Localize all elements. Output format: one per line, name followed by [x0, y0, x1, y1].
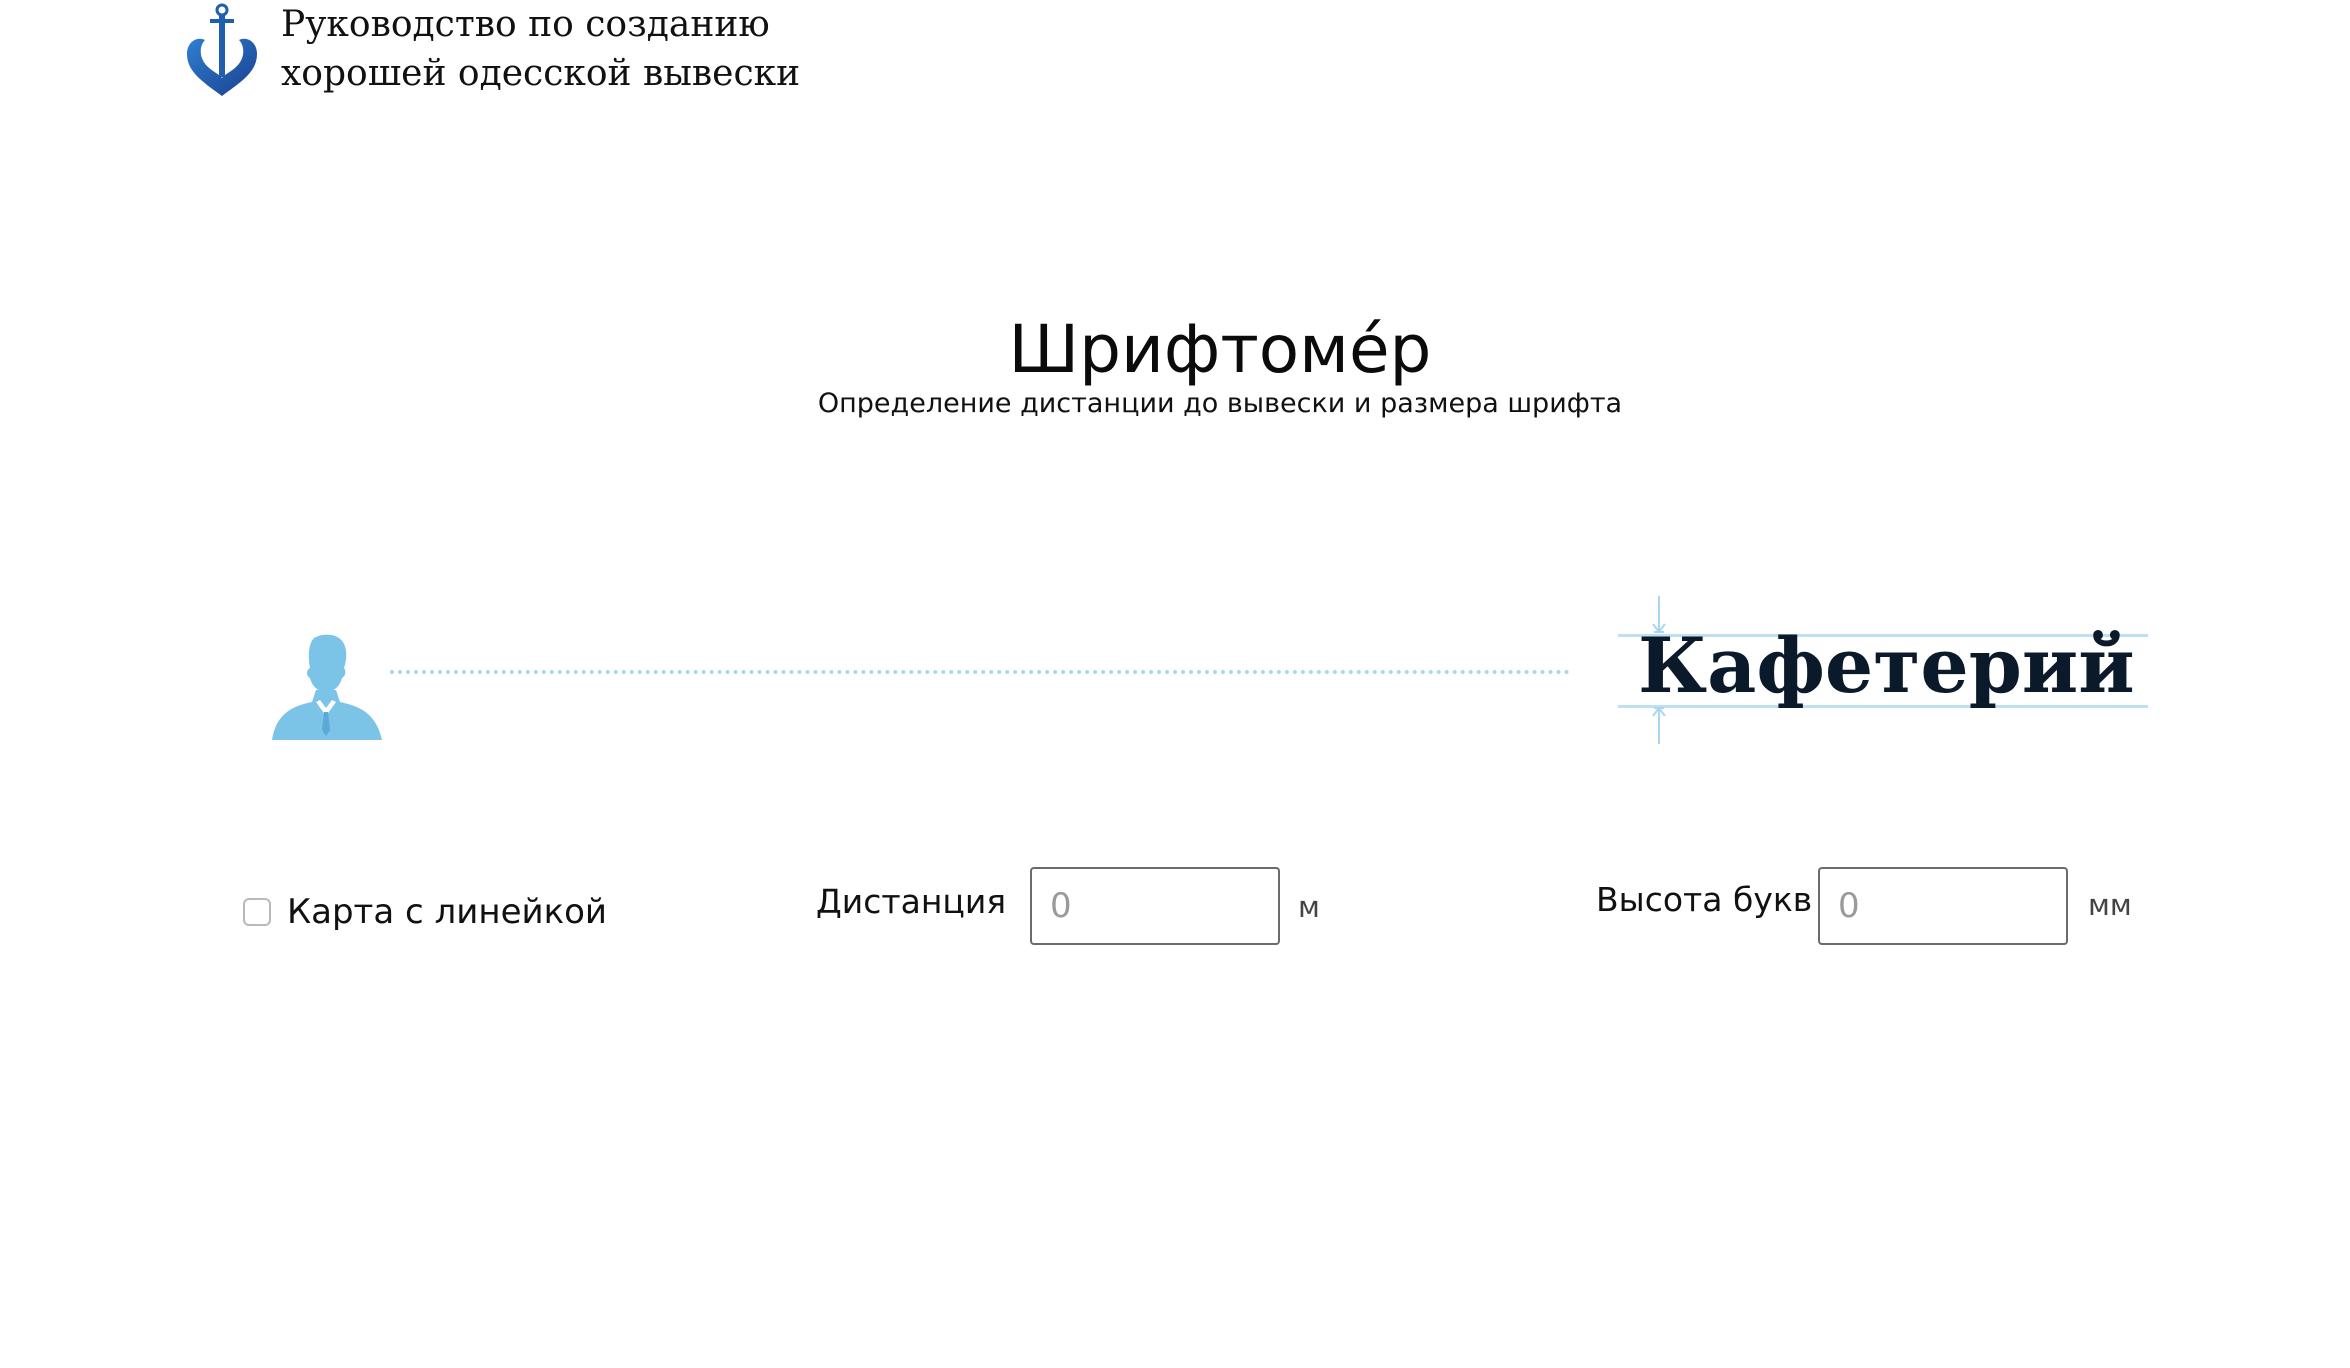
card-ruler-option[interactable]: Карта с линейкой [243, 892, 607, 932]
anchor-heart-icon[interactable] [183, 2, 261, 98]
site-title-line1: Руководство по созданию [281, 4, 770, 45]
letter-height-unit: мм [2088, 888, 2132, 922]
site-title[interactable]: Руководство по созданию хорошей одесской… [281, 0, 981, 98]
letter-height-label: Высота букв [1596, 880, 1813, 919]
distance-unit: м [1298, 890, 1320, 924]
card-ruler-label[interactable]: Карта с линейкой [287, 892, 607, 932]
distance-label: Дистанция [816, 882, 1007, 921]
page-subtitle: Определение дистанции до вывески и разме… [817, 388, 1623, 419]
person-silhouette-icon [272, 634, 382, 740]
site-title-line2: хорошей одесской вывески [281, 53, 801, 94]
letter-height-input[interactable] [1818, 867, 2068, 945]
distance-dotted-line [390, 670, 1570, 674]
sign-text: Кафетерий [1638, 621, 2135, 710]
sign-sample: Кафетерий [1600, 596, 2160, 756]
distance-input[interactable] [1030, 867, 1280, 945]
page-title: Шрифтоме́р [1008, 311, 1432, 389]
card-ruler-checkbox[interactable] [243, 898, 271, 926]
